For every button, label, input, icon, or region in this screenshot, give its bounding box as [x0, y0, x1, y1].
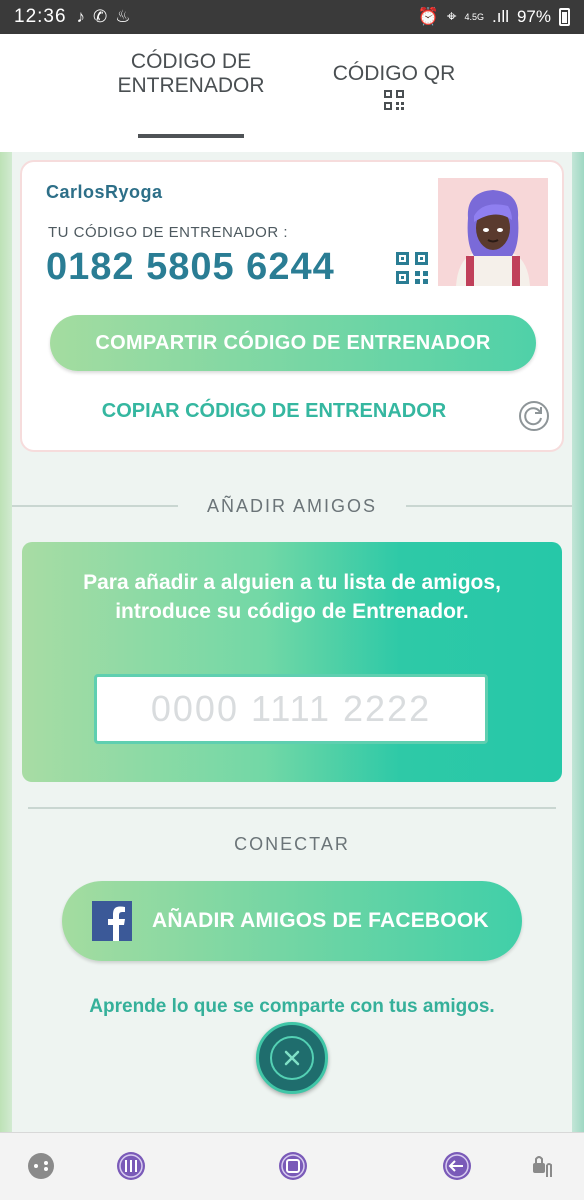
- status-time: 12:36: [14, 6, 67, 27]
- tab-qr-code-label: CÓDIGO QR: [332, 62, 456, 85]
- battery-icon: [559, 8, 570, 26]
- add-facebook-friends-button[interactable]: AÑADIR AMIGOS DE FACEBOOK: [62, 881, 522, 961]
- lock-touch-icon[interactable]: [528, 1151, 558, 1181]
- add-friends-panel: Para añadir a alguien a tu lista de amig…: [22, 542, 562, 782]
- network-type: 4.5G: [464, 11, 484, 22]
- home-icon[interactable]: [278, 1151, 308, 1181]
- trainer-avatar: [438, 178, 548, 286]
- friend-code-input[interactable]: [94, 674, 488, 744]
- tab-trainer-code-line2: ENTRENADOR: [117, 74, 265, 97]
- refresh-icon[interactable]: [518, 400, 550, 432]
- tab-selected-indicator: [138, 134, 244, 138]
- battery-level: 97%: [516, 7, 551, 26]
- game-tools-icon[interactable]: [26, 1151, 56, 1181]
- tab-trainer-code[interactable]: CÓDIGO DE ENTRENADOR: [110, 50, 272, 138]
- avatar-image: [438, 178, 548, 286]
- divider-right: [406, 505, 572, 507]
- add-friends-instructions: Para añadir a alguien a tu lista de amig…: [83, 571, 501, 623]
- alarm-icon: ⏰: [417, 7, 439, 26]
- facebook-logo: [92, 901, 132, 941]
- recent-apps-icon[interactable]: [116, 1151, 146, 1181]
- learn-more-link[interactable]: Aprende lo que se comparte con tus amigo…: [0, 996, 584, 1018]
- connect-divider: [28, 807, 556, 809]
- trainer-name: CarlosRyoga: [46, 182, 163, 202]
- close-button[interactable]: [256, 1022, 328, 1094]
- close-icon: [284, 1050, 300, 1066]
- facebook-button-label: AÑADIR AMIGOS DE FACEBOOK: [152, 909, 489, 932]
- trainer-card: CarlosRyoga TU CÓDIGO DE ENTRENADOR : 01…: [20, 160, 564, 452]
- notification-icons: ♪ ✆ ♨: [77, 7, 131, 27]
- app-notification-icon: ♨: [115, 7, 131, 26]
- back-icon[interactable]: [442, 1151, 472, 1181]
- trainer-code-label: TU CÓDIGO DE ENTRENADOR :: [48, 224, 289, 241]
- status-right: ⏰ ⌖ 4.5G .ıll 97%: [418, 7, 570, 27]
- connect-title: CONECTAR: [234, 834, 350, 854]
- facebook-icon: [92, 901, 132, 941]
- close-button-ring: [270, 1036, 314, 1080]
- status-left: 12:36 ♪ ✆ ♨: [14, 6, 131, 28]
- show-qr-icon[interactable]: [396, 252, 428, 284]
- tab-header: CÓDIGO DE ENTRENADOR CÓDIGO QR: [0, 34, 584, 152]
- share-trainer-code-button[interactable]: COMPARTIR CÓDIGO DE ENTRENADOR: [50, 315, 536, 371]
- status-bar: 12:36 ♪ ✆ ♨ ⏰ ⌖ 4.5G .ıll 97%: [0, 0, 584, 34]
- tab-trainer-code-line1: CÓDIGO DE: [130, 50, 252, 73]
- whatsapp-icon: ✆: [93, 7, 108, 26]
- tiktok-icon: ♪: [76, 7, 86, 26]
- qr-code-icon: [384, 90, 404, 110]
- navigation-bar: [0, 1132, 584, 1200]
- signal-icon: .ıll: [491, 7, 509, 26]
- location-icon: ⌖: [446, 7, 457, 26]
- trainer-code: 0182 5805 6244: [46, 246, 335, 288]
- tab-qr-code[interactable]: CÓDIGO QR: [320, 62, 468, 110]
- copy-trainer-code-link[interactable]: COPIAR CÓDIGO DE ENTRENADOR: [22, 400, 566, 423]
